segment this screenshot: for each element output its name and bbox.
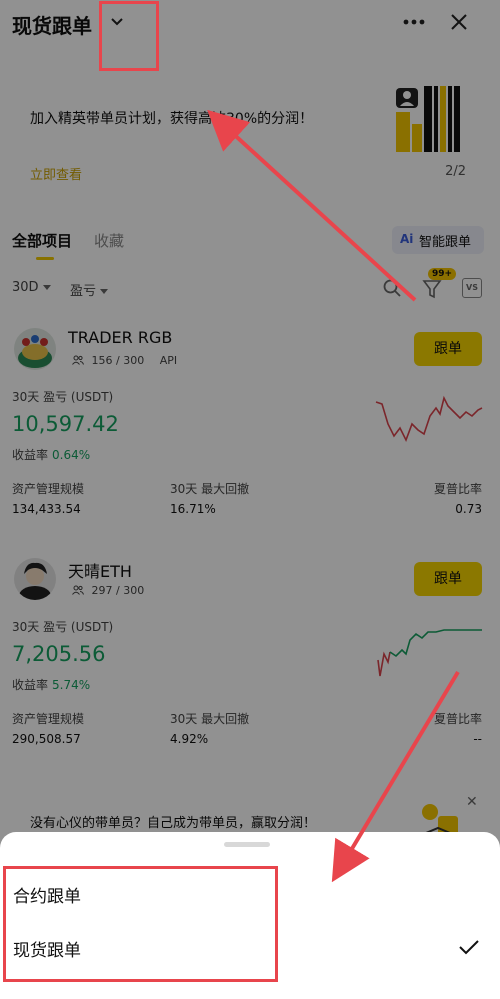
check-icon xyxy=(459,940,479,955)
sheet-grab-handle[interactable] xyxy=(224,842,270,847)
annotation-box-dropdown xyxy=(99,1,159,71)
annotation-box-options xyxy=(3,866,278,982)
